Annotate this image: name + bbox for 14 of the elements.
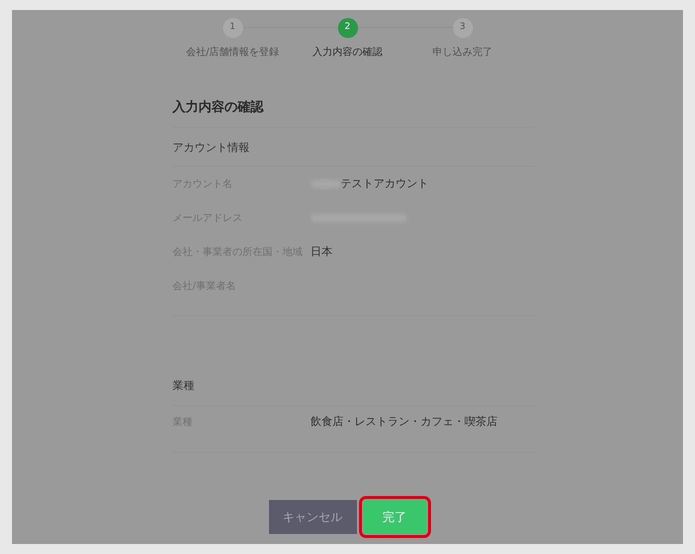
step-label: 申し込み完了 (432, 46, 492, 60)
step-number: 2 (338, 18, 358, 38)
step-label: 会社/店舗情報を登録 (186, 46, 280, 60)
cancel-button[interactable]: キャンセル (268, 500, 356, 534)
page-title: 入力内容の確認 (172, 98, 534, 128)
step-label: 入力内容の確認 (312, 46, 382, 60)
complete-button[interactable]: 完了 (362, 500, 426, 534)
field-value: テストアカウント (340, 176, 428, 192)
step-number: 3 (452, 18, 472, 38)
step-number: 1 (222, 18, 242, 38)
field-value: 飲食店・レストラン・カフェ・喫茶店 (310, 414, 498, 430)
section-heading: アカウント情報 (172, 130, 534, 167)
field-value: 日本 (310, 244, 332, 260)
section-heading: 業種 (172, 368, 534, 406)
